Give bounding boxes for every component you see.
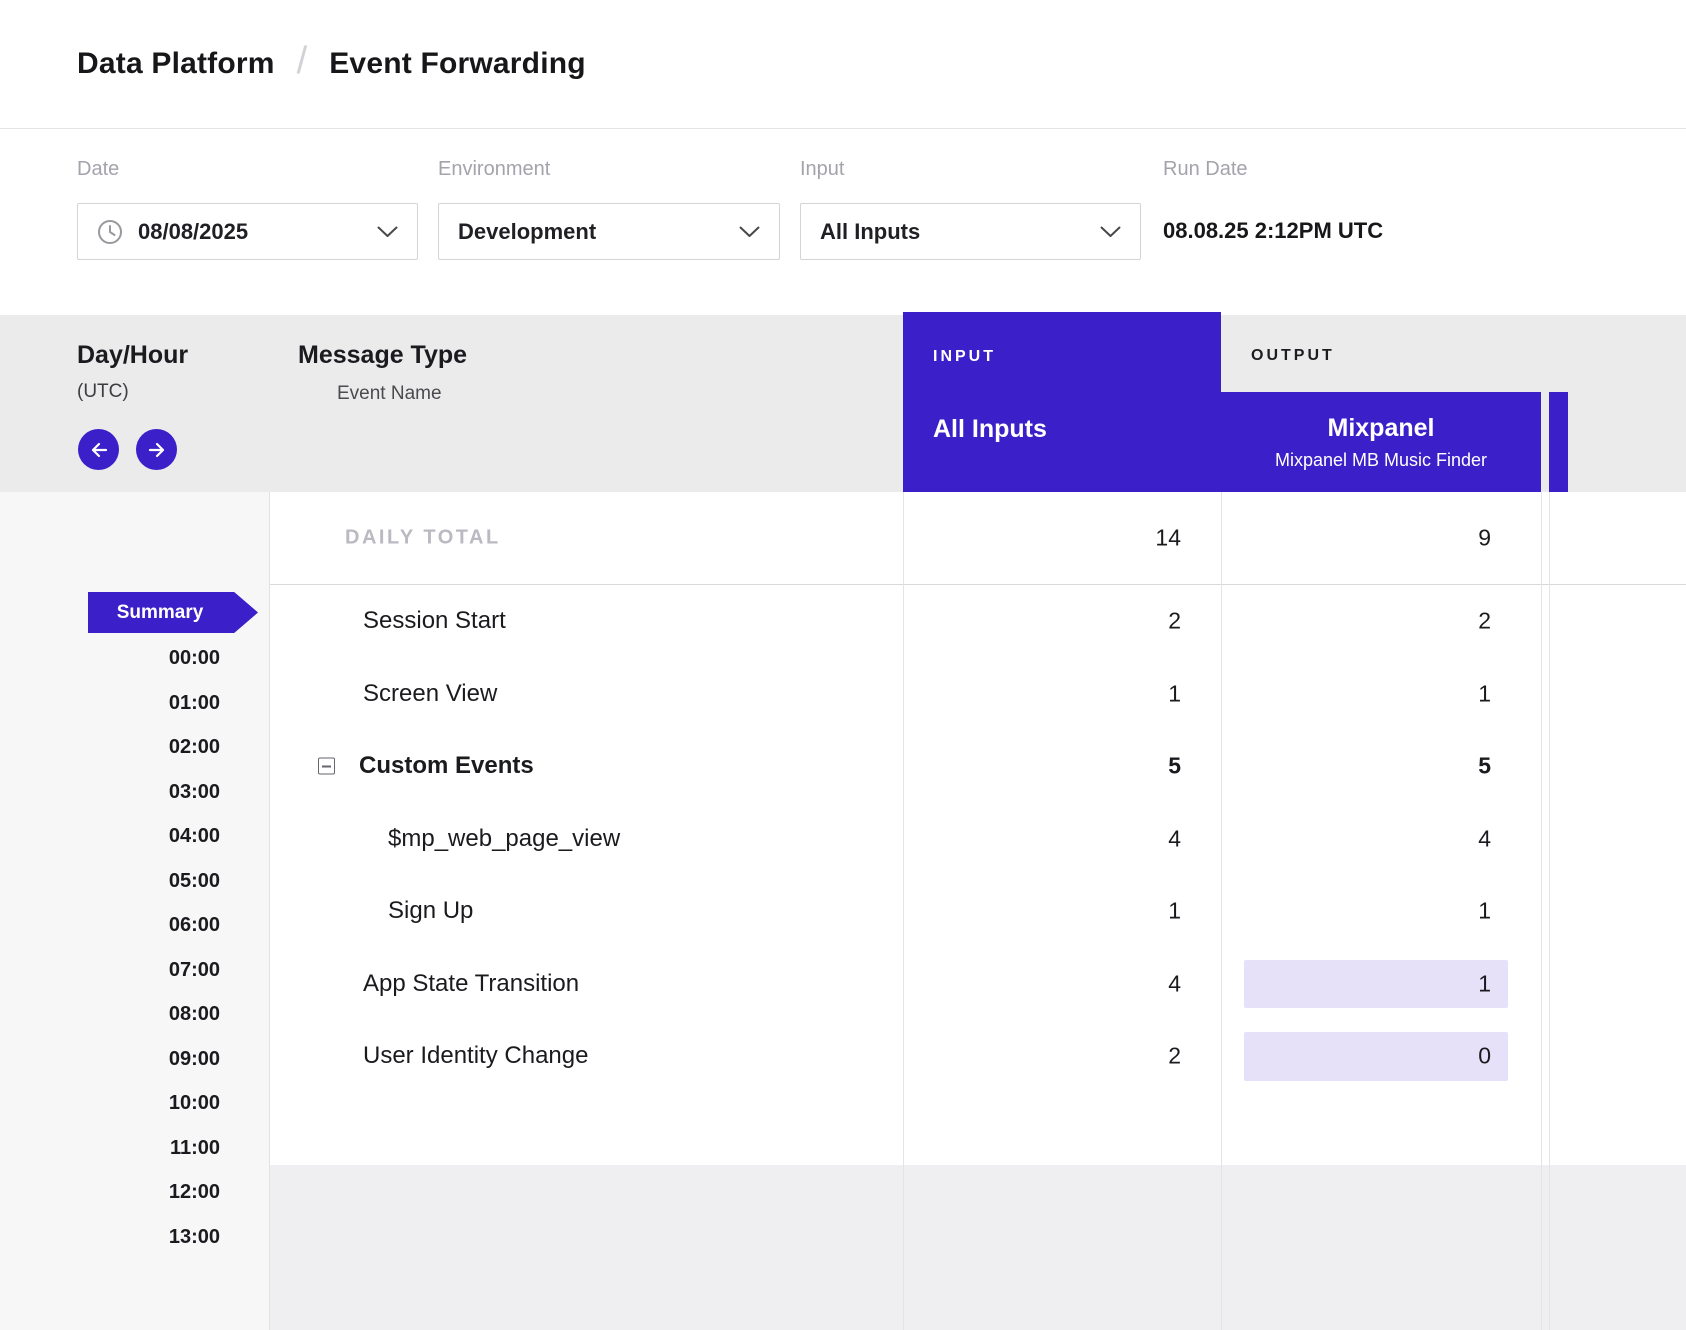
column-divider xyxy=(1541,492,1542,1330)
table-row-user-identity-change: User Identity Change 2 0 xyxy=(270,1020,1686,1093)
day-navigation xyxy=(78,429,177,470)
hour-item[interactable]: 12:00 xyxy=(0,1170,220,1215)
output-count: 0 xyxy=(1221,1043,1491,1070)
hour-item[interactable]: 05:00 xyxy=(0,859,220,904)
daily-total-output-value: 9 xyxy=(1221,525,1491,552)
hour-item[interactable]: 13:00 xyxy=(0,1215,220,1260)
output-column-header-mixpanel[interactable]: Mixpanel Mixpanel MB Music Finder xyxy=(1221,392,1541,492)
input-count: 1 xyxy=(903,680,1181,707)
output-subtitle: Mixpanel MB Music Finder xyxy=(1275,450,1487,471)
filter-bar: Date 08/08/2025 Environment Development … xyxy=(0,129,1686,315)
input-column-header[interactable]: INPUT All Inputs xyxy=(903,312,1221,492)
output-count: 4 xyxy=(1221,825,1491,852)
row-label: User Identity Change xyxy=(363,1042,588,1070)
row-label: Sign Up xyxy=(388,897,473,925)
next-output-column-partial[interactable] xyxy=(1549,392,1568,492)
page-title: Event Forwarding xyxy=(329,47,586,81)
arrow-left-icon xyxy=(89,440,109,460)
input-count: 4 xyxy=(903,825,1181,852)
collapse-minus-icon[interactable] xyxy=(318,758,335,775)
input-count: 2 xyxy=(903,608,1181,635)
output-count: 5 xyxy=(1221,753,1491,780)
date-select-value: 08/08/2025 xyxy=(138,219,248,245)
column-divider xyxy=(1221,492,1222,1330)
input-column-label: INPUT xyxy=(933,348,996,366)
environment-filter-label: Environment xyxy=(438,158,550,181)
day-hour-column: Summary 00:00 01:00 02:00 03:00 04:00 05… xyxy=(0,492,270,1330)
day-hour-header: Day/Hour xyxy=(77,341,188,370)
input-select[interactable]: All Inputs xyxy=(800,203,1141,260)
hour-item[interactable]: 01:00 xyxy=(0,681,220,726)
next-day-button[interactable] xyxy=(136,429,177,470)
hour-item[interactable]: 03:00 xyxy=(0,770,220,815)
table-row-sign-up: Sign Up 1 1 xyxy=(270,875,1686,948)
event-forwarding-table: Day/Hour (UTC) Message Type Event Name I… xyxy=(0,315,1686,1330)
row-label: Custom Events xyxy=(359,752,534,780)
breadcrumb: Data Platform / Event Forwarding xyxy=(0,0,1686,129)
breadcrumb-separator: / xyxy=(297,40,308,83)
summary-row-selector[interactable]: Summary xyxy=(88,592,258,633)
input-count: 5 xyxy=(903,753,1181,780)
output-count: 2 xyxy=(1221,608,1491,635)
table-footer-area xyxy=(270,1165,1686,1330)
input-count: 1 xyxy=(903,898,1181,925)
hour-list: 00:00 01:00 02:00 03:00 04:00 05:00 06:0… xyxy=(0,636,220,1259)
output-name: Mixpanel xyxy=(1328,414,1435,443)
environment-select-value: Development xyxy=(458,219,596,245)
input-count: 4 xyxy=(903,970,1181,997)
event-rows: Session Start 2 2 Screen View 1 1 Custom… xyxy=(270,585,1686,1093)
chevron-down-icon xyxy=(739,226,760,238)
date-select[interactable]: 08/08/2025 xyxy=(77,203,418,260)
hour-item[interactable]: 02:00 xyxy=(0,725,220,770)
input-count: 2 xyxy=(903,1043,1181,1070)
table-row-screen-view: Screen View 1 1 xyxy=(270,658,1686,731)
arrow-right-icon xyxy=(147,440,167,460)
event-name-subheader: Event Name xyxy=(337,383,442,405)
hour-item[interactable]: 09:00 xyxy=(0,1037,220,1082)
input-column-value: All Inputs xyxy=(933,415,1047,444)
hour-item[interactable]: 07:00 xyxy=(0,948,220,993)
hour-item[interactable]: 10:00 xyxy=(0,1081,220,1126)
environment-select[interactable]: Development xyxy=(438,203,780,260)
message-type-header: Message Type xyxy=(298,341,467,370)
column-divider xyxy=(1549,492,1550,1330)
input-filter-label: Input xyxy=(800,158,844,181)
row-label: Screen View xyxy=(363,680,497,708)
table-row-session-start: Session Start 2 2 xyxy=(270,585,1686,658)
clock-icon xyxy=(97,219,123,245)
output-column-label: OUTPUT xyxy=(1251,347,1335,365)
row-label: App State Transition xyxy=(363,970,579,998)
day-hour-timezone: (UTC) xyxy=(77,381,129,403)
hour-item[interactable]: 06:00 xyxy=(0,903,220,948)
input-select-value: All Inputs xyxy=(820,219,920,245)
output-count: 1 xyxy=(1221,970,1491,997)
hour-item[interactable]: 00:00 xyxy=(0,636,220,681)
chevron-down-icon xyxy=(377,226,398,238)
date-filter-label: Date xyxy=(77,158,119,181)
output-count: 1 xyxy=(1221,898,1491,925)
table-row-mp-web-page-view: $mp_web_page_view 4 4 xyxy=(270,803,1686,876)
daily-total-row: DAILY TOTAL 14 9 xyxy=(270,492,1686,585)
row-label: Session Start xyxy=(363,607,506,635)
row-label: $mp_web_page_view xyxy=(388,825,620,853)
hour-item[interactable]: 08:00 xyxy=(0,992,220,1037)
run-date-value: 08.08.25 2:12PM UTC xyxy=(1163,218,1383,244)
hour-item[interactable]: 04:00 xyxy=(0,814,220,859)
daily-total-label: DAILY TOTAL xyxy=(345,527,501,550)
event-forwarding-page: Data Platform / Event Forwarding Date 08… xyxy=(0,0,1686,1330)
run-date-label: Run Date xyxy=(1163,158,1248,181)
column-divider xyxy=(903,492,904,1330)
table-row-app-state-transition: App State Transition 4 1 xyxy=(270,948,1686,1021)
previous-day-button[interactable] xyxy=(78,429,119,470)
output-count: 1 xyxy=(1221,680,1491,707)
daily-total-input-value: 14 xyxy=(903,525,1181,552)
hour-item[interactable]: 11:00 xyxy=(0,1126,220,1171)
breadcrumb-section[interactable]: Data Platform xyxy=(77,47,275,81)
table-row-custom-events: Custom Events 5 5 xyxy=(270,730,1686,803)
chevron-down-icon xyxy=(1100,226,1121,238)
